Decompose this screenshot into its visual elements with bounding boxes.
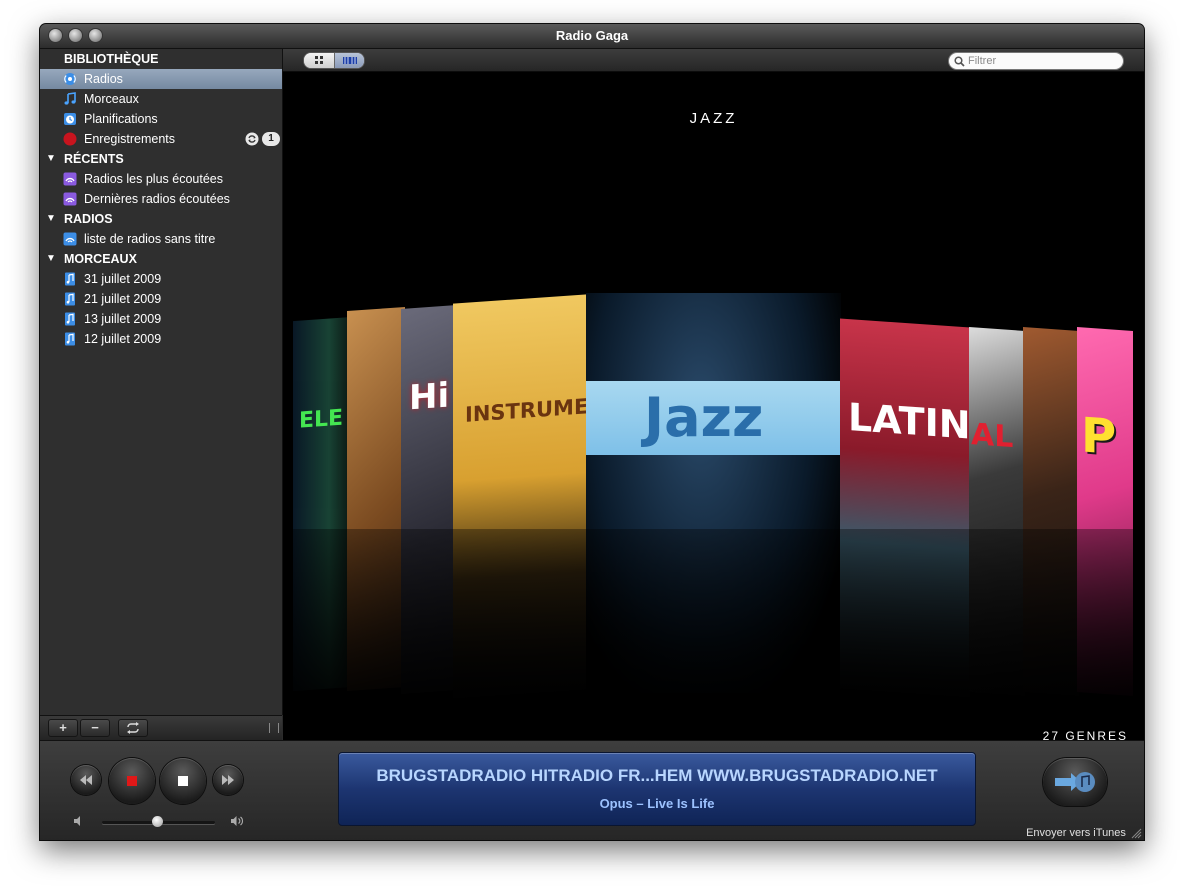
sidebar-header-radios[interactable]: ▼ RADIOS	[40, 209, 282, 229]
coverflow-view: Filtrer JAZZ ELE Hi INSTRUMENTAL Jazz LA…	[283, 49, 1144, 743]
coverflow-view-button[interactable]	[334, 53, 364, 68]
previous-button[interactable]	[71, 765, 101, 795]
remove-button[interactable]: −	[80, 719, 110, 737]
sidebar-item-planifications[interactable]: Planifications	[40, 109, 282, 129]
track-title: Opus – Live Is Life	[599, 796, 715, 811]
disclosure-triangle-icon[interactable]: ▼	[46, 249, 56, 269]
now-playing-display: BRUGSTADRADIO HITRADIO FR...HEM WWW.BRUG…	[338, 752, 976, 826]
sidebar: BIBLIOTHÈQUE Radios Morceaux Planificati…	[40, 49, 283, 715]
sidebar-item-morceaux[interactable]: Morceaux	[40, 89, 282, 109]
sidebar-bottom-bar: + −	[40, 715, 282, 740]
next-button[interactable]	[213, 765, 243, 795]
add-button[interactable]: +	[48, 719, 78, 737]
clock-icon	[64, 113, 76, 125]
fast-forward-icon	[222, 775, 234, 785]
recordings-count-badge: 1	[262, 132, 280, 146]
sidebar-item-label: 31 juillet 2009	[84, 272, 162, 286]
sidebar-item-label: liste de radios sans titre	[84, 232, 216, 246]
content-toolbar: Filtrer	[283, 49, 1144, 72]
music-file-icon	[65, 332, 75, 346]
genre-cover-label: Jazz	[644, 386, 764, 449]
app-window: Radio Gaga BIBLIOTHÈQUE Radios Morceaux	[40, 24, 1144, 840]
volume-low-icon	[74, 816, 80, 826]
filter-placeholder: Filtrer	[968, 55, 997, 67]
record-stop-icon	[127, 776, 137, 786]
sidebar-item-label: 12 juillet 2009	[84, 332, 162, 346]
sidebar-item-track-date[interactable]: 13 juillet 2009	[40, 309, 282, 329]
sidebar-item-label: Enregistrements	[84, 132, 176, 146]
record-icon	[63, 132, 77, 146]
sidebar-item-last-played[interactable]: Dernières radios écoutées	[40, 189, 282, 209]
coverflow-icon	[343, 57, 357, 64]
genre-cover-label: P	[1081, 407, 1117, 466]
window-title: Radio Gaga	[555, 28, 629, 43]
volume-slider-knob[interactable]	[152, 816, 163, 827]
grid-icon	[315, 56, 323, 64]
stop-icon	[178, 776, 188, 786]
search-icon	[954, 56, 965, 67]
itunes-arrow-icon	[1055, 772, 1095, 792]
genre-cover-label: ELE	[299, 405, 344, 434]
repeat-button[interactable]	[118, 719, 148, 737]
rewind-icon	[80, 775, 92, 785]
sidebar-item-track-date[interactable]: 31 juillet 2009	[40, 269, 282, 289]
coverflow-strip[interactable]: ELE Hi INSTRUMENTAL Jazz LATIN AL P	[283, 293, 1144, 719]
sidebar-item-label: Radios	[84, 72, 123, 86]
music-file-icon	[65, 272, 75, 286]
disclosure-triangle-icon[interactable]: ▼	[46, 149, 56, 169]
sidebar-item-enregistrements[interactable]: Enregistrements 1	[40, 129, 282, 149]
send-to-itunes-button[interactable]	[1043, 758, 1107, 806]
sidebar-header-recent[interactable]: ▼ RÉCENTS	[40, 149, 282, 169]
radio-list-icon	[63, 232, 77, 246]
sidebar-item-most-played[interactable]: Radios les plus écoutées	[40, 169, 282, 189]
sidebar-item-track-date[interactable]: 12 juillet 2009	[40, 329, 282, 349]
view-mode-segmented-control	[303, 52, 365, 69]
playlist-icon	[63, 192, 77, 206]
player-bar: BRUGSTADRADIO HITRADIO FR...HEM WWW.BRUG…	[40, 740, 1144, 840]
sidebar-header-tracks[interactable]: ▼ MORCEAUX	[40, 249, 282, 269]
send-to-itunes-label: Envoyer vers iTunes	[1026, 827, 1126, 839]
sidebar-item-label: Morceaux	[84, 92, 139, 106]
volume-high-icon	[231, 816, 243, 826]
genre-cover-label: Hi	[409, 375, 450, 419]
sidebar-item-untitled-radio-list[interactable]: liste de radios sans titre	[40, 229, 282, 249]
disclosure-triangle-icon[interactable]: ▼	[46, 209, 56, 229]
music-file-icon	[65, 292, 75, 306]
radio-icon	[64, 73, 76, 85]
station-name: BRUGSTADRADIO HITRADIO FR...HEM WWW.BRUG…	[376, 766, 938, 785]
grid-view-button[interactable]	[304, 53, 334, 68]
genre-cover-label: AL	[971, 417, 1014, 456]
sidebar-item-label: 13 juillet 2009	[84, 312, 162, 326]
music-file-icon	[65, 312, 75, 326]
music-note-icon	[64, 92, 76, 105]
record-button[interactable]	[109, 758, 155, 804]
sidebar-item-label: Radios les plus écoutées	[84, 172, 223, 186]
playlist-icon	[63, 172, 77, 186]
sidebar-item-label: Dernières radios écoutées	[84, 192, 230, 206]
genre-cover-label: INSTRUMENTAL	[465, 390, 587, 427]
title-bar: Radio Gaga	[40, 24, 1144, 49]
sidebar-item-radios[interactable]: Radios	[40, 69, 282, 89]
filter-search-field[interactable]: Filtrer	[948, 52, 1124, 70]
sidebar-item-track-date[interactable]: 21 juillet 2009	[40, 289, 282, 309]
sidebar-item-label: 21 juillet 2009	[84, 292, 162, 306]
sync-icon	[245, 132, 259, 146]
repeat-icon	[127, 722, 139, 734]
window-resize-grip-icon[interactable]	[1130, 827, 1142, 839]
resize-handle[interactable]	[269, 723, 279, 733]
sidebar-header-library: BIBLIOTHÈQUE	[64, 52, 159, 66]
reflection-fade	[283, 529, 1144, 719]
genre-cover-label: LATIN	[848, 395, 970, 448]
stop-button[interactable]	[160, 758, 206, 804]
sidebar-item-label: Planifications	[84, 112, 158, 126]
current-genre-title: JAZZ	[689, 110, 738, 127]
